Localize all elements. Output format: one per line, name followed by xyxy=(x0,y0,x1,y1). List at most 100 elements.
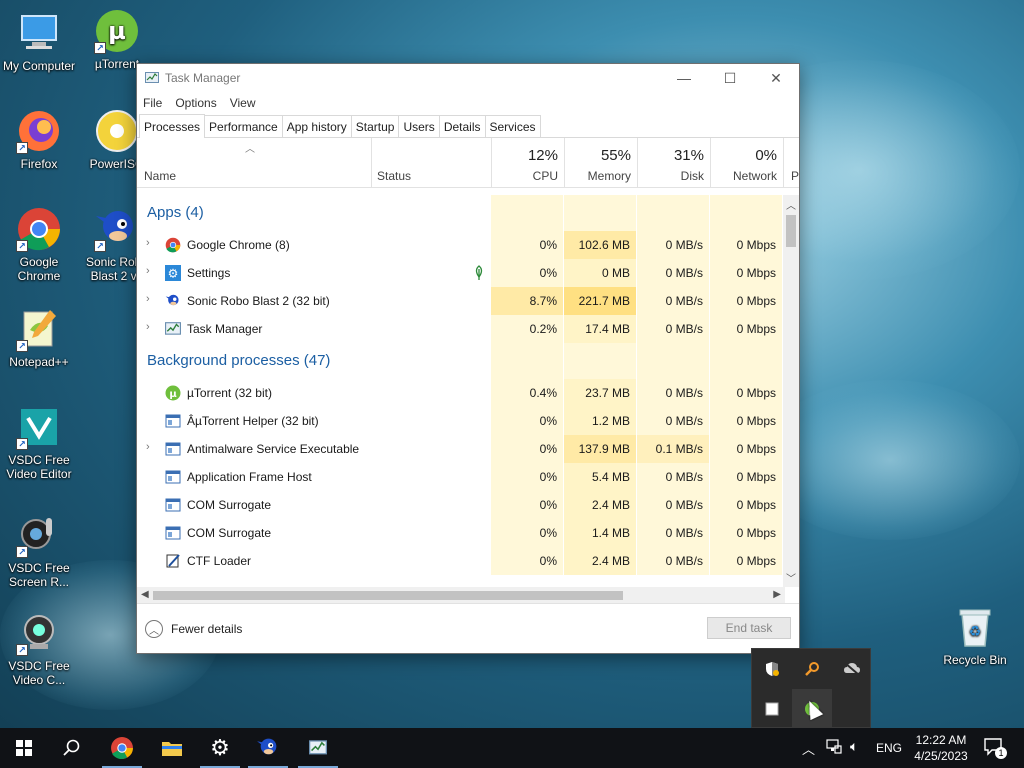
process-row[interactable]: µ µTorrent (32 bit) 0.4% 23.7 MB 0 MB/s 0 Mbp… xyxy=(137,379,785,407)
desktop-icon-my-computer[interactable]: My Computer xyxy=(0,10,78,73)
notepadpp-icon: ↗ xyxy=(16,306,62,352)
column-power-partial[interactable]: P xyxy=(783,138,799,187)
taskbar-settings[interactable]: ⚙ xyxy=(196,728,244,768)
process-icon xyxy=(165,469,181,485)
process-memory-value: 17.4 MB xyxy=(585,322,630,336)
desktop-icon-label: VSDC Free Video Editor xyxy=(6,453,72,481)
scroll-right-icon[interactable]: ▶ xyxy=(773,589,781,600)
process-row[interactable]: › Antimalware Service Executable 0% 137.9 M… xyxy=(137,435,785,463)
desktop-icon-label: Recycle Bin xyxy=(943,653,1007,667)
start-button[interactable] xyxy=(0,728,48,768)
taskbar-file-explorer[interactable] xyxy=(148,728,196,768)
desktop-icon-vsdc-editor[interactable]: ↗ VSDC Free Video Editor xyxy=(0,404,78,481)
security-shield-icon[interactable] xyxy=(752,649,792,689)
desktop-icon-label: Notepad++ xyxy=(9,355,69,369)
minimize-button[interactable]: — xyxy=(661,64,707,92)
vertical-scroll-thumb[interactable] xyxy=(786,215,796,247)
group-title: Background processes (47) xyxy=(147,352,331,369)
process-name: Settings xyxy=(187,266,231,280)
end-task-button[interactable]: End task xyxy=(707,617,791,639)
process-memory-value: 221.7 MB xyxy=(578,294,630,308)
taskbar-sonic[interactable] xyxy=(244,728,292,768)
tab-performance[interactable]: Performance xyxy=(204,115,283,137)
tab-processes[interactable]: Processes xyxy=(139,114,206,138)
process-row[interactable]: › Sonic Robo Blast 2 (32 bit) 8.7% 221.7 MB… xyxy=(137,287,785,315)
process-row[interactable]: › Task Manager 0.2% 17.4 MB 0 MB/s 0 Mbps xyxy=(137,315,785,343)
clock[interactable]: 12:22 AM 4/25/2023 xyxy=(902,732,980,764)
process-row[interactable]: COM Surrogate 0% 2.4 MB 0 MB/s 0 Mbps xyxy=(137,491,785,519)
network-total-pct: 0% xyxy=(755,147,777,164)
onedrive-offline-icon[interactable] xyxy=(832,649,872,689)
desktop-icon-vsdc-screen[interactable]: ↗ VSDC Free Screen R... xyxy=(0,512,78,589)
task-manager-window[interactable]: Task Manager — ☐ ✕ File Options View Pro… xyxy=(136,63,800,654)
process-row[interactable]: › Google Chrome (8) 0% 102.6 MB 0 MB/s 0 Mbps xyxy=(137,231,785,259)
column-network[interactable]: 0% Network xyxy=(710,138,783,187)
tab-services[interactable]: Services xyxy=(484,115,541,137)
utorrent-icon: µ xyxy=(165,385,181,401)
column-memory[interactable]: 55% Memory xyxy=(564,138,637,187)
column-name[interactable]: Name xyxy=(137,138,371,187)
scroll-left-icon[interactable]: ◀ xyxy=(141,589,149,600)
process-icon xyxy=(165,441,181,457)
tray-show-hidden-icon[interactable]: ︿ xyxy=(802,739,815,758)
scroll-up-icon[interactable]: ︿ xyxy=(786,197,796,212)
desktop-icon-recycle-bin[interactable]: ♻ Recycle Bin xyxy=(936,604,1014,667)
column-disk[interactable]: 31% Disk xyxy=(637,138,710,187)
column-cpu[interactable]: 12% CPU xyxy=(491,138,564,187)
expand-chevron-icon[interactable]: › xyxy=(146,265,150,277)
process-row[interactable]: COM Surrogate 0% 1.4 MB 0 MB/s 0 Mbps xyxy=(137,519,785,547)
taskbar-task-manager[interactable] xyxy=(294,728,342,768)
desktop-icon-notepadpp[interactable]: ↗ Notepad++ xyxy=(0,306,78,369)
expand-chevron-icon[interactable]: › xyxy=(146,321,150,333)
desktop-icon-google-chrome[interactable]: ↗ Google Chrome xyxy=(0,206,78,283)
process-disk-value: 0 MB/s xyxy=(665,294,703,308)
taskbar-chrome[interactable] xyxy=(98,728,146,768)
process-disk-value: 0 MB/s xyxy=(665,526,703,540)
column-name-label: Name xyxy=(144,169,177,183)
desktop-icon-firefox[interactable]: ↗ Firefox xyxy=(0,108,78,171)
search-button[interactable] xyxy=(48,728,96,768)
scroll-down-icon[interactable]: ﹀ xyxy=(786,570,796,585)
window-square-icon[interactable] xyxy=(752,689,792,729)
volume-icon[interactable]: 🔈︎ xyxy=(850,738,858,755)
close-button[interactable]: ✕ xyxy=(753,64,799,92)
menu-file[interactable]: File xyxy=(143,96,162,110)
process-disk-value: 0.1 MB/s xyxy=(655,442,703,456)
action-center-button[interactable]: 1 xyxy=(984,738,1007,759)
tab-startup[interactable]: Startup xyxy=(350,115,400,137)
svg-text:µ: µ xyxy=(169,389,177,400)
title-bar[interactable]: Task Manager — ☐ ✕ xyxy=(137,64,799,92)
language-indicator[interactable]: ENG xyxy=(876,741,902,755)
ctf-icon xyxy=(165,553,181,569)
process-icon xyxy=(165,413,181,429)
column-status[interactable]: Status xyxy=(371,138,491,187)
vertical-scrollbar[interactable]: ︿ ﹀ xyxy=(783,195,799,587)
process-name: CTF Loader xyxy=(187,554,252,568)
tab-app-history[interactable]: App history xyxy=(281,115,352,137)
recycle-bin-icon: ♻ xyxy=(952,604,998,650)
process-row[interactable]: Application Frame Host 0% 5.4 MB 0 MB/s 0 Mb… xyxy=(137,463,785,491)
desktop-icon-utorrent[interactable]: µ ↗ µTorrent xyxy=(78,8,156,71)
maximize-button[interactable]: ☐ xyxy=(707,64,753,92)
svg-text:⚙: ⚙ xyxy=(168,267,179,281)
memory-total-pct: 55% xyxy=(600,147,631,164)
expand-chevron-icon[interactable]: › xyxy=(146,293,150,305)
firefox-icon: ↗ xyxy=(16,108,62,154)
expand-chevron-icon[interactable]: › xyxy=(146,441,150,453)
menu-view[interactable]: View xyxy=(230,96,256,110)
network-icon[interactable] xyxy=(826,738,842,757)
desktop-icon-vsdc-capture[interactable]: ↗ VSDC Free Video C... xyxy=(0,610,78,687)
tab-users[interactable]: Users xyxy=(398,115,440,137)
menu-options[interactable]: Options xyxy=(175,96,216,110)
fewer-details-link[interactable]: ︿ Fewer details xyxy=(145,620,242,638)
expand-chevron-icon[interactable]: › xyxy=(146,237,150,249)
search-key-icon[interactable] xyxy=(792,649,832,689)
process-row[interactable]: ÂµTorrent Helper (32 bit) 0% 1.2 MB 0 MB/s 0… xyxy=(137,407,785,435)
horizontal-scroll-thumb[interactable] xyxy=(153,591,623,600)
tab-details[interactable]: Details xyxy=(438,115,486,137)
process-name: µTorrent (32 bit) xyxy=(187,386,272,400)
process-row[interactable]: › ⚙ Settings 0% 0 MB 0 MB/s 0 Mbps xyxy=(137,259,785,287)
process-row[interactable]: CTF Loader 0% 2.4 MB 0 MB/s 0 Mbps xyxy=(137,547,785,575)
group-title: Apps (4) xyxy=(147,204,204,221)
horizontal-scrollbar[interactable]: ◀ ▶ xyxy=(137,587,785,604)
